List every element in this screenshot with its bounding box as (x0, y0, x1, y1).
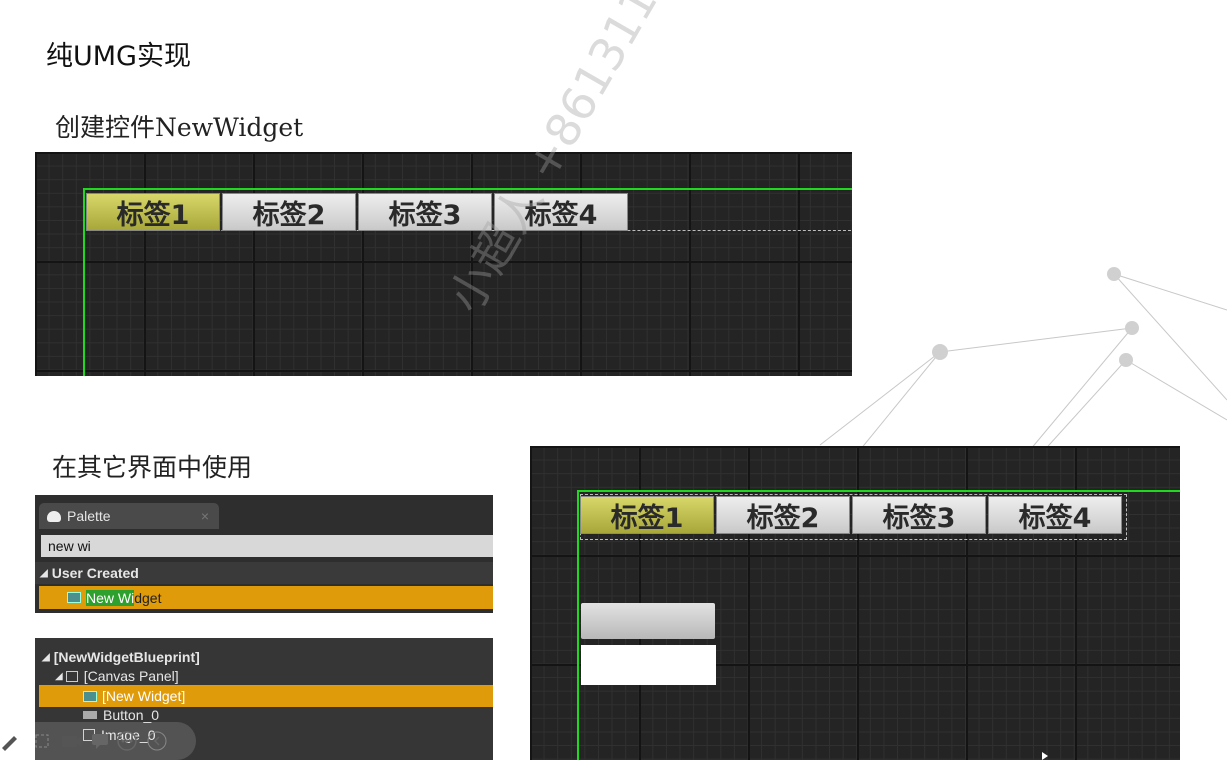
tab-bar-right: 标签1 标签2 标签3 标签4 (580, 496, 1125, 534)
tab-2[interactable]: 标签2 (716, 496, 850, 534)
expand-triangle-icon: ◢ (40, 567, 48, 579)
designer-canvas-right[interactable]: 标签1 标签2 标签3 标签4 (530, 446, 1180, 760)
tab-1[interactable]: 标签1 (580, 496, 714, 534)
button-label: Button_0 (103, 707, 160, 723)
expand-triangle-icon: ◢ (42, 651, 50, 663)
button-icon (83, 711, 97, 719)
camera-icon[interactable] (60, 731, 84, 751)
palette-search-input[interactable]: new wi (41, 535, 493, 557)
tree-canvas-panel[interactable]: ◢ [Canvas Panel] (35, 665, 493, 687)
close-icon[interactable]: × (201, 508, 209, 524)
widget-icon (67, 592, 81, 603)
canvas-icon (65, 670, 78, 682)
palette-category[interactable]: ◢ User Created (35, 562, 493, 584)
search-value: new wi (48, 538, 91, 554)
expand-triangle-icon: ◢ (55, 670, 63, 682)
canvas-button[interactable] (581, 603, 715, 639)
widget-icon (83, 690, 97, 702)
comment-icon[interactable] (90, 731, 110, 751)
tab-4[interactable]: 标签4 (988, 496, 1122, 534)
root-label: [NewWidgetBlueprint] (53, 649, 200, 665)
section-title-create: 创建控件NewWidget (55, 113, 304, 142)
tab-bar-top: 标签1 标签2 标签3 标签4 (86, 193, 646, 231)
canvas-label: [Canvas Panel] (83, 668, 179, 684)
tab-1[interactable]: 标签1 (86, 193, 220, 231)
palette-panel: Palette × new wi ◢ User Created New Wi d… (35, 495, 493, 613)
crop-icon[interactable] (32, 731, 52, 751)
back-icon[interactable] (146, 730, 168, 752)
palette-icon (47, 510, 61, 522)
palette-item-new-widget[interactable]: New Wi dget (39, 586, 493, 609)
search-match-highlight: New Wi (86, 589, 135, 606)
item-label-rest: dget (134, 589, 162, 606)
more-icon[interactable] (116, 730, 138, 752)
mouse-cursor-icon (1042, 752, 1048, 760)
category-label: User Created (51, 565, 139, 581)
tab-2[interactable]: 标签2 (222, 193, 356, 231)
canvas-image (581, 645, 716, 685)
section-title-use: 在其它界面中使用 (52, 453, 253, 482)
palette-tab-label: Palette (67, 508, 111, 524)
presentation-toolbar (0, 722, 196, 760)
new-widget-label: [New Widget] (102, 688, 186, 704)
palette-tab[interactable]: Palette × (39, 503, 219, 529)
slide-title: 纯UMG实现 (46, 41, 191, 72)
tab-3[interactable]: 标签3 (852, 496, 986, 534)
pen-icon[interactable] (0, 731, 20, 751)
